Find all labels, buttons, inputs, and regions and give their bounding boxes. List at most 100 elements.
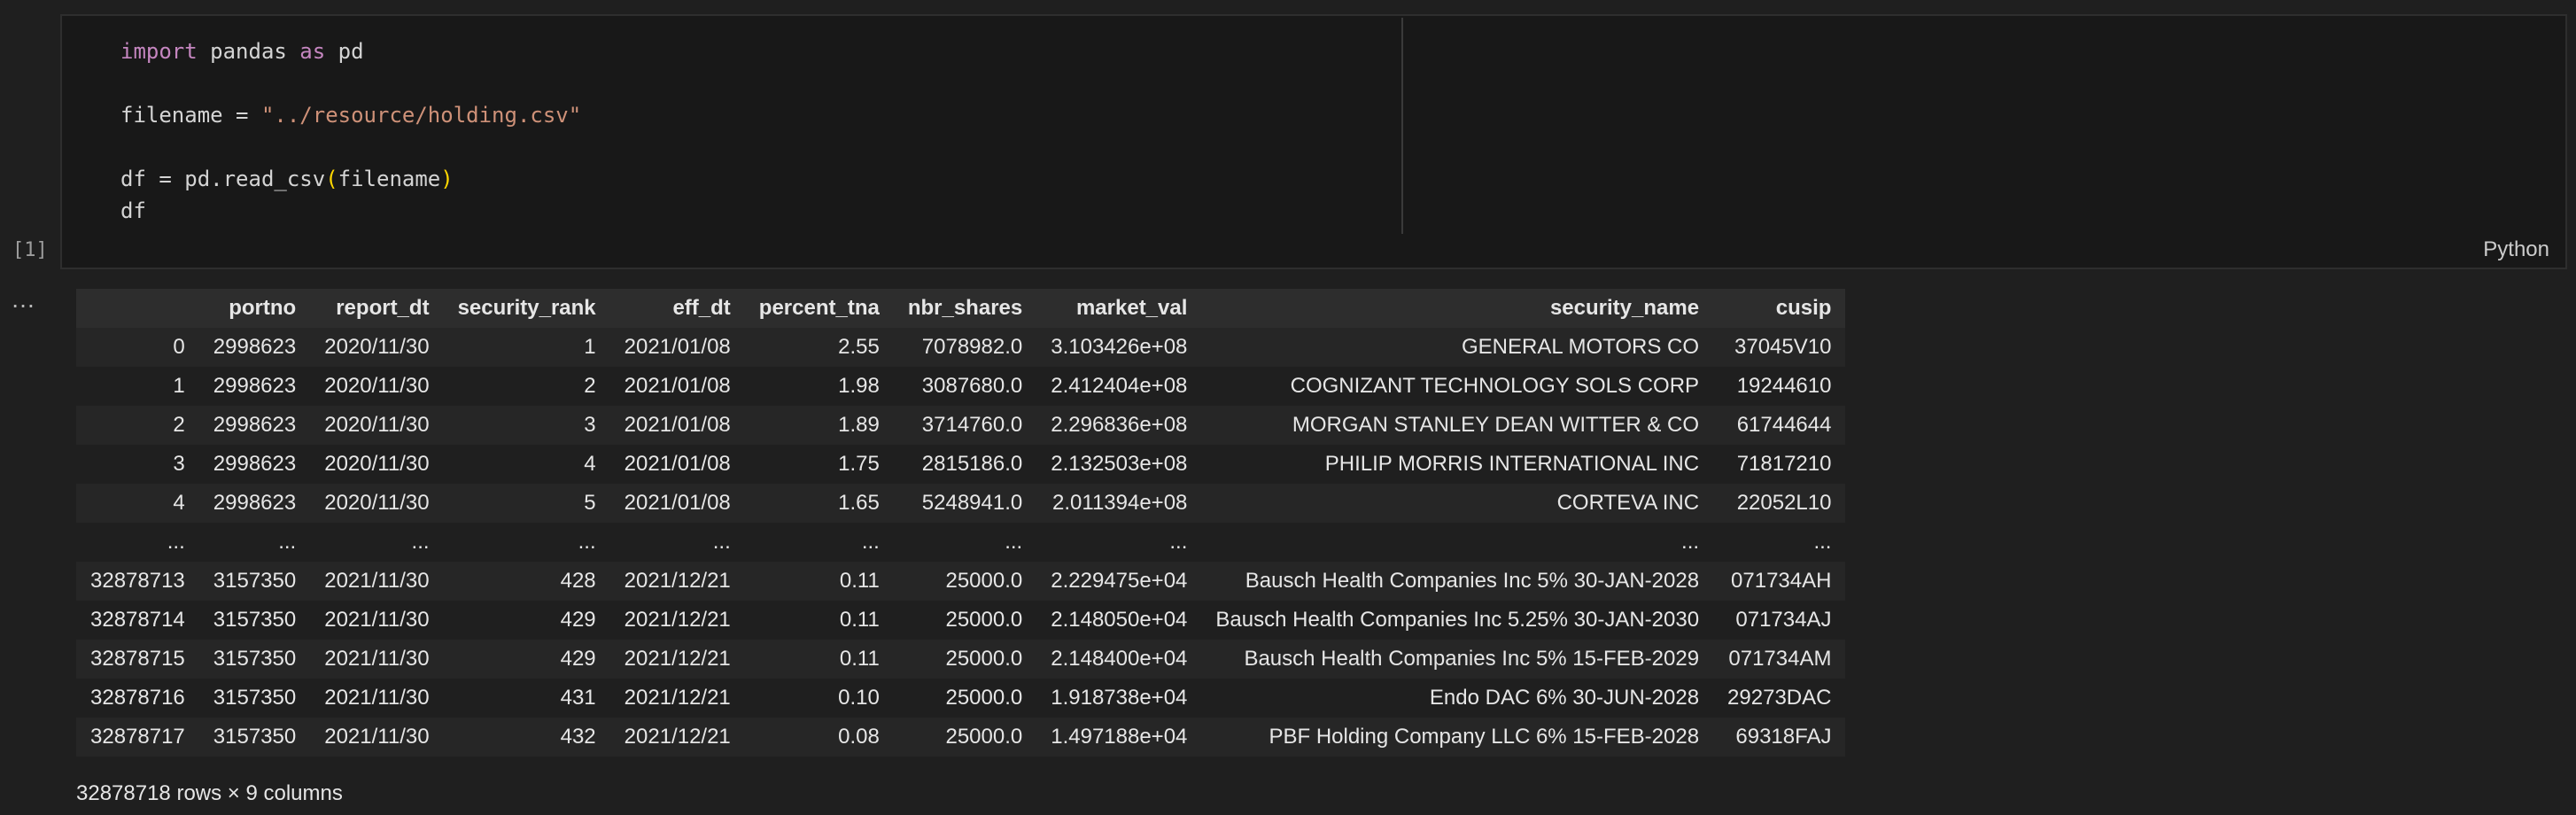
code-token: filename = [120,103,261,128]
code-cell[interactable]: import pandas as pd filename = "../resour… [60,14,2567,269]
row-index: 32878716 [90,686,185,710]
table-cell: PBF Holding Company LLC 6% 15-FEB-2028 [1269,725,1700,749]
table-cell: 428 [560,569,596,593]
table-cell: 25000.0 [945,608,1023,632]
table-cell: 0.08 [838,725,880,749]
table-cell: 2021/01/08 [624,374,731,398]
table-cell: PHILIP MORRIS INTERNATIONAL INC [1324,452,1700,476]
table-cell: 25000.0 [945,569,1023,593]
code-token: import [120,39,198,64]
code-token: df [120,198,146,223]
row-index: 1 [173,374,185,398]
table-cell: 0.10 [838,686,880,710]
row-index: 32878714 [90,608,185,632]
cell-output: portno report_dt security_rank eff_dt percen… [76,289,1846,806]
table-body: 0 2998623 2020/11/30 1 2021/01/08 2.55 7078982… [76,328,1846,757]
code-line: df = pd.read_csv(filename) [120,163,581,195]
table-cell: 4 [584,452,596,476]
table-cell: Bausch Health Companies Inc 5.25% 30-JAN… [1215,608,1700,632]
table-cell: 1.75 [838,452,880,476]
execution-count: [1] [12,239,48,261]
table-cell: ... [1813,530,1832,554]
table-cell: 2.412404e+08 [1051,374,1188,398]
table-cell: 7078982.0 [921,335,1023,359]
row-index: 32878717 [90,725,185,749]
table-cell: 2021/01/08 [624,452,731,476]
table-cell: 2998623 [213,413,297,437]
table-cell: 22052L10 [1736,491,1832,515]
table-row: 32878715 3157350 2021/11/30 429 2021/12/21 0.… [76,640,1846,679]
table-cell: 25000.0 [945,647,1023,671]
table-cell: 25000.0 [945,686,1023,710]
table-cell: 429 [560,608,596,632]
table-cell: 3.103426e+08 [1051,335,1188,359]
column-header: security_name [1201,289,1714,328]
table-cell: 69318FAJ [1735,725,1832,749]
table-cell: 5 [584,491,596,515]
code-editor[interactable]: import pandas as pd filename = "../resour… [120,35,581,227]
table-cell: 2 [584,374,596,398]
table-cell: 61744644 [1736,413,1832,437]
table-cell: 3087680.0 [921,374,1023,398]
table-cell: ... [278,530,297,554]
code-token: ) [440,167,454,191]
table-cell: 2021/01/08 [624,413,731,437]
table-cell: 2020/11/30 [324,491,430,515]
column-header: market_val [1036,289,1202,328]
table-cell: 071734AJ [1735,608,1832,632]
table-cell: 2.148050e+04 [1051,608,1188,632]
table-cell: 2021/12/21 [624,569,731,593]
column-header: portno [198,289,311,328]
table-cell: 3157350 [213,647,297,671]
table-cell: 2.132503e+08 [1051,452,1188,476]
table-cell: 1.89 [838,413,880,437]
table-cell: 2.148400e+04 [1051,647,1188,671]
table-cell: 3157350 [213,686,297,710]
table-cell: 2021/12/21 [624,725,731,749]
code-token: ( [325,167,338,191]
table-cell: 2020/11/30 [324,413,430,437]
table-cell: 2021/11/30 [324,569,430,593]
code-token: filename [338,167,441,191]
table-cell: MORGAN STANLEY DEAN WITTER & CO [1292,413,1700,437]
dataframe-shape: 32878718 rows × 9 columns [76,781,343,805]
table-row: 32878716 3157350 2021/11/30 431 2021/12/21 0.… [76,679,1846,718]
code-token: df = pd.read_csv [120,167,326,191]
table-cell: 1.918738e+04 [1051,686,1188,710]
table-cell: 2998623 [213,491,297,515]
table-cell: ... [712,530,731,554]
table-cell: 0.11 [839,647,880,671]
code-token: pandas [197,39,300,64]
table-cell: 3 [584,413,596,437]
table-cell: 2020/11/30 [324,452,430,476]
table-cell: 1 [584,335,596,359]
row-index: 2 [173,413,185,437]
code-line: import pandas as pd [120,35,581,67]
table-row: 32878717 3157350 2021/11/30 432 2021/12/21 0.… [76,718,1846,757]
table-cell: Endo DAC 6% 30-JUN-2028 [1429,686,1700,710]
column-header: cusip [1713,289,1846,328]
table-cell: 2021/01/08 [624,491,731,515]
table-cell: Bausch Health Companies Inc 5% 15-FEB-20… [1244,647,1700,671]
table-cell: 1.65 [838,491,880,515]
table-cell: ... [861,530,880,554]
table-cell: Bausch Health Companies Inc 5% 30-JAN-20… [1245,569,1700,593]
table-cell: 2815186.0 [921,452,1023,476]
table-cell: 2021/12/21 [624,608,731,632]
table-cell: 2.229475e+04 [1051,569,1188,593]
table-row: 1 2998623 2020/11/30 2 2021/01/08 1.98 3087680… [76,367,1846,406]
table-cell: 071734AM [1728,647,1832,671]
table-cell: 2021/11/30 [324,647,430,671]
cell-language-label[interactable]: Python [2483,237,2549,262]
table-cell: 2021/11/30 [324,686,430,710]
output-menu-button[interactable]: … [11,285,37,314]
table-row: 32878714 3157350 2021/11/30 429 2021/12/21 0.… [76,601,1846,640]
table-cell: 2998623 [213,452,297,476]
column-header: eff_dt [609,289,745,328]
table-row: 3 2998623 2020/11/30 4 2021/01/08 1.75 2815186… [76,445,1846,484]
code-line: filename = "../resource/holding.csv" [120,99,581,131]
table-cell: 37045V10 [1734,335,1832,359]
table-cell: ... [411,530,430,554]
